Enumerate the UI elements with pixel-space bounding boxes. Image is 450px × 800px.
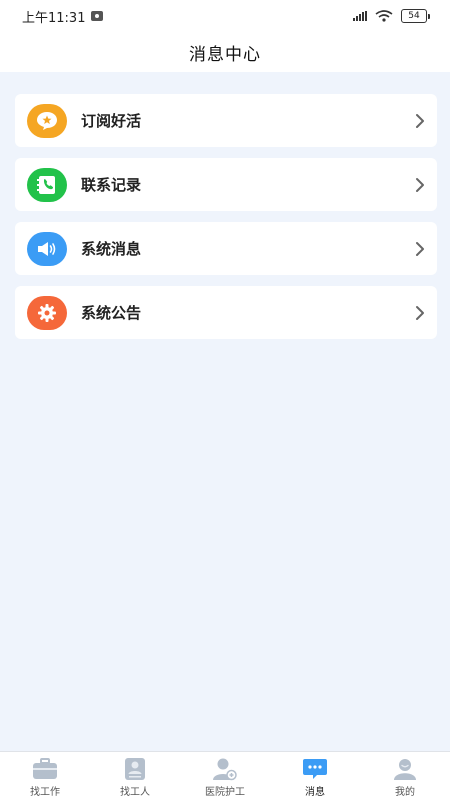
- menu-item-subscribe[interactable]: 订阅好活: [15, 94, 437, 147]
- chevron-right-icon: [416, 241, 424, 256]
- menu-item-announcements[interactable]: 系统公告: [15, 286, 437, 339]
- menu-item-label: 系统公告: [81, 304, 142, 322]
- header: 消息中心: [0, 32, 450, 72]
- speaker-icon: [27, 231, 67, 266]
- nurse-icon: [213, 758, 237, 781]
- tab-hospital-care[interactable]: 医院护工: [180, 752, 270, 800]
- chevron-right-icon: [416, 177, 424, 192]
- menu-item-contact-records[interactable]: 联系记录: [15, 158, 437, 211]
- tab-label: 消息: [305, 787, 325, 798]
- tab-label: 找工人: [120, 787, 150, 798]
- chat-bubble-icon: [303, 759, 327, 779]
- phone-book-icon: [27, 167, 67, 202]
- star-bubble-icon: [27, 103, 67, 138]
- tab-label: 我的: [395, 787, 415, 798]
- menu-item-system-messages[interactable]: 系统消息: [15, 222, 437, 275]
- page-title: 消息中心: [189, 44, 261, 65]
- signal-icon: [353, 11, 367, 21]
- tab-mine[interactable]: 我的: [360, 752, 450, 800]
- tab-find-worker[interactable]: 找工人: [90, 752, 180, 800]
- chevron-right-icon: [416, 113, 424, 128]
- tab-messages[interactable]: 消息: [270, 752, 360, 800]
- gear-icon: [27, 295, 67, 330]
- status-bar: 上午11:31 54: [0, 0, 450, 32]
- profile-icon: [394, 759, 416, 780]
- status-left: 上午11:31: [22, 7, 104, 26]
- menu-item-label: 订阅好活: [81, 112, 142, 130]
- status-right: 54: [353, 9, 430, 23]
- message-menu: 订阅好活 联系记录 系统消息 系统公告: [15, 94, 437, 350]
- status-time: 上午11:31: [22, 10, 86, 26]
- notification-icon: [91, 11, 104, 21]
- chevron-right-icon: [416, 305, 424, 320]
- battery-icon: 54: [401, 9, 430, 23]
- tab-label: 医院护工: [205, 787, 245, 798]
- worker-card-icon: [125, 758, 145, 780]
- bottom-tab-bar: 找工作 找工人 医院护工 消息 我的: [0, 751, 450, 800]
- menu-item-label: 联系记录: [81, 176, 142, 194]
- wifi-icon: [375, 10, 393, 22]
- battery-level: 54: [401, 9, 427, 23]
- tab-label: 找工作: [30, 787, 60, 798]
- menu-item-label: 系统消息: [81, 240, 142, 258]
- briefcase-icon: [33, 758, 57, 779]
- tab-find-job[interactable]: 找工作: [0, 752, 90, 800]
